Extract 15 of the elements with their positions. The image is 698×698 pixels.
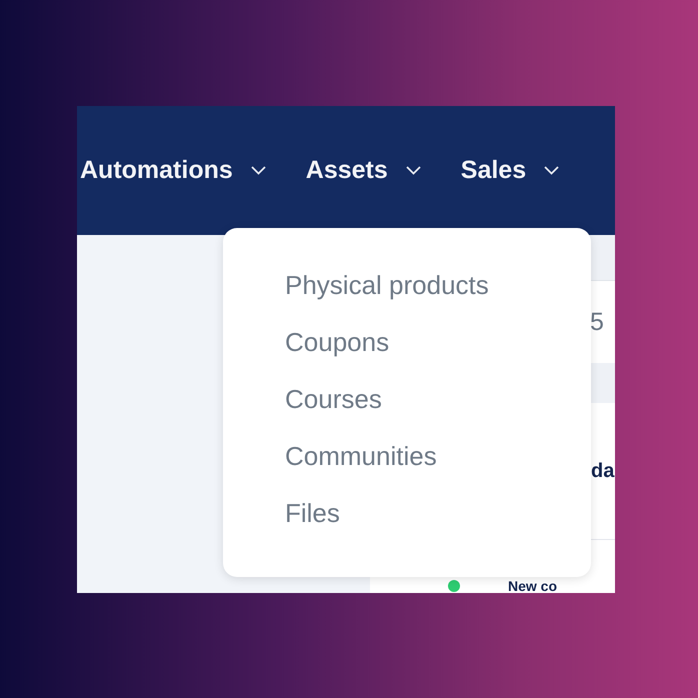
nav-menu-item[interactable]: Automations <box>80 156 266 185</box>
status-dot <box>448 580 460 592</box>
section-heading: da <box>591 460 614 482</box>
activity-text: New co <box>508 579 558 593</box>
dropdown-item[interactable]: Courses <box>285 382 382 417</box>
chevron-down-icon <box>406 166 421 175</box>
nav-menu-item[interactable]: Assets <box>306 156 421 185</box>
dropdown-item[interactable]: Files <box>285 496 340 531</box>
chevron-down-icon <box>544 166 560 175</box>
date-range-text: 5 <box>590 308 604 336</box>
dropdown-item[interactable]: Coupons <box>285 325 390 360</box>
dropdown-item[interactable]: Physical products <box>285 268 489 303</box>
dropdown-item[interactable]: Communities <box>285 439 437 474</box>
nav-menu-item[interactable]: Sales <box>460 156 560 185</box>
chevron-down-icon <box>250 166 266 175</box>
